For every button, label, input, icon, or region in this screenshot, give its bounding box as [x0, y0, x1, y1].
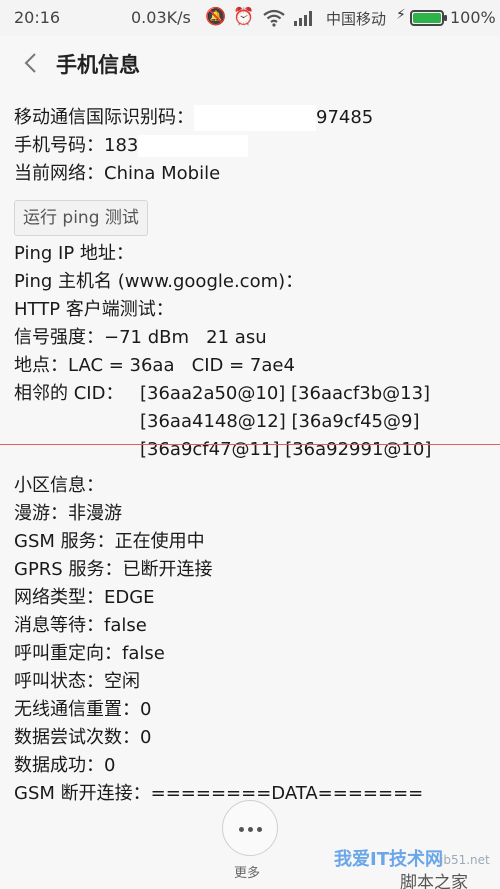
ping-host-row: Ping 主机名 (www.google.com)：	[14, 268, 494, 296]
battery-icon	[410, 10, 444, 26]
network-label: 当前网络：	[14, 163, 104, 184]
roaming-label: 漫游：	[14, 503, 68, 524]
phone-info-list: 移动通信国际识别码： 97485 手机号码：183 当前网络：China Mobi…	[14, 104, 494, 808]
ping-ip-label: Ping IP 地址：	[14, 243, 134, 264]
title-bar: 手机信息	[0, 36, 500, 90]
gsm-value: 正在使用中	[114, 531, 205, 552]
signal-icon	[294, 11, 312, 26]
imei-value: 97485	[316, 107, 374, 128]
message-waiting-row: 消息等待：false	[14, 612, 494, 640]
network-row: 当前网络：China Mobile	[14, 160, 494, 188]
ping-host-label: Ping 主机名 (www.google.com)：	[14, 271, 304, 292]
call-state-label: 呼叫状态：	[14, 671, 104, 692]
phone-value: 183	[104, 135, 139, 156]
battery-fill	[413, 13, 441, 23]
charging-icon: ⚡	[396, 7, 406, 23]
neighbor-cid-values: [36aa2a50@10] [36aacf3b@13] [36aa4148@12…	[140, 380, 431, 464]
gprs-row: GPRS 服务：已断开连接	[14, 556, 494, 584]
http-test-row: HTTP 客户端测试：	[14, 296, 494, 324]
data-retry-label: 数据尝试次数：	[14, 727, 140, 748]
call-forward-label: 呼叫重定向：	[14, 643, 122, 664]
location-label: 地点：	[14, 355, 68, 376]
http-test-label: HTTP 客户端测试：	[14, 299, 174, 320]
data-retry-row: 数据尝试次数：0	[14, 724, 494, 752]
call-state-row: 呼叫状态：空闲	[14, 668, 494, 696]
radio-reset-value: 0	[140, 699, 152, 720]
more-label: 更多	[234, 866, 261, 881]
battery-tip	[444, 15, 447, 21]
message-waiting-label: 消息等待：	[14, 615, 104, 636]
cell-info-label: 小区信息：	[14, 475, 104, 496]
neighbor-cid-line: [36a9cf47@11] [36a92991@10]	[140, 439, 432, 460]
dot-icon	[239, 827, 244, 832]
network-speed: 0.03K/s	[131, 8, 191, 27]
message-waiting-value: false	[104, 615, 147, 636]
neighbor-cid-line: [36aa4148@12] [36a9cf45@9]	[140, 411, 420, 432]
mute-icon: 🔕	[205, 7, 227, 27]
signal-row: 信号强度：−71 dBm 21 asu	[14, 324, 494, 352]
redaction	[194, 105, 316, 131]
network-value: China Mobile	[104, 163, 221, 184]
page-title: 手机信息	[56, 53, 140, 77]
battery-percent: 100%	[450, 8, 496, 27]
gsm-row: GSM 服务：正在使用中	[14, 528, 494, 556]
neighbor-cid-label: 相邻的 CID：	[14, 383, 124, 404]
location-row: 地点：LAC = 36aa CID = 7ae4	[14, 352, 494, 380]
wifi-icon	[263, 9, 285, 27]
data-retry-value: 0	[140, 727, 152, 748]
network-type-label: 网络类型：	[14, 587, 104, 608]
call-state-value: 空闲	[104, 671, 140, 692]
gsm-disconnect-value: ========DATA=======	[150, 783, 424, 804]
carrier-name: 中国移动	[326, 10, 387, 28]
phone-row: 手机号码：183	[14, 132, 494, 160]
imei-label: 移动通信国际识别码：	[14, 107, 194, 128]
radio-reset-row: 无线通信重置：0	[14, 696, 494, 724]
redaction	[138, 135, 249, 157]
gsm-label: GSM 服务：	[14, 531, 115, 552]
neighbor-cid-block: 相邻的 CID： [36aa2a50@10] [36aacf3b@13] [36…	[14, 380, 494, 464]
imei-row: 移动通信国际识别码： 97485	[14, 104, 494, 132]
ping-ip-row: Ping IP 地址：	[14, 240, 494, 268]
location-value: LAC = 36aa CID = 7ae4	[68, 355, 295, 376]
more-button[interactable]	[222, 800, 278, 856]
phone-label: 手机号码：	[14, 135, 104, 156]
gprs-value: 已断开连接	[122, 559, 213, 580]
network-type-value: EDGE	[104, 587, 155, 608]
network-type-row: 网络类型：EDGE	[14, 584, 494, 612]
cell-info-row: 小区信息：	[14, 472, 494, 500]
alarm-icon: ⏰	[233, 7, 255, 27]
data-success-label: 数据成功：	[14, 755, 104, 776]
watermark-url: jb51.net	[440, 853, 490, 867]
data-success-row: 数据成功：0	[14, 752, 494, 780]
signal-label: 信号强度：	[14, 327, 104, 348]
call-forward-value: false	[122, 643, 165, 664]
status-bar: 20:16 0.03K/s 🔕 ⏰ 中国移动 ⚡ 100%	[0, 0, 500, 36]
roaming-value: 非漫游	[68, 503, 122, 524]
data-success-value: 0	[104, 755, 116, 776]
red-rule-line	[0, 444, 500, 445]
call-forward-row: 呼叫重定向：false	[14, 640, 494, 668]
signal-value: −71 dBm 21 asu	[104, 327, 267, 348]
dot-icon	[257, 827, 262, 832]
gprs-label: GPRS 服务：	[14, 559, 123, 580]
radio-reset-label: 无线通信重置：	[14, 699, 140, 720]
run-ping-button[interactable]: 运行 ping 测试	[14, 200, 148, 236]
roaming-row: 漫游：非漫游	[14, 500, 494, 528]
clock: 20:16	[14, 8, 61, 27]
watermark-brand: 脚本之家	[400, 873, 468, 889]
neighbor-cid-line: [36aa2a50@10] [36aacf3b@13]	[140, 383, 431, 404]
dot-icon	[248, 827, 253, 832]
gsm-disconnect-label: GSM 断开连接：	[14, 783, 151, 804]
chevron-left-icon[interactable]	[16, 48, 46, 78]
